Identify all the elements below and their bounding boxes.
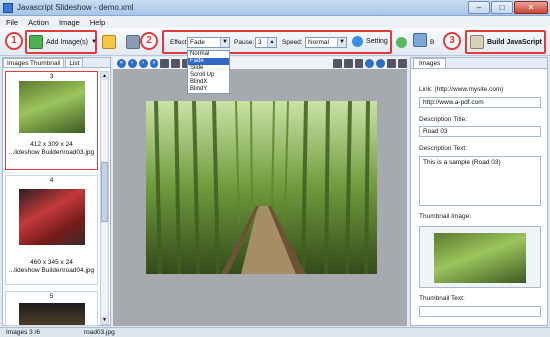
tab-images[interactable]: Images	[413, 58, 447, 68]
scroll-up-icon[interactable]: ▲	[101, 72, 108, 80]
crop-icon[interactable]	[354, 58, 364, 68]
setting-button[interactable]: Setting	[352, 36, 388, 47]
description-text-label: Description Text:	[419, 145, 467, 152]
effect-dropdown-list: Normal Fade Slide Scroll Up BlindX Blind…	[187, 50, 230, 94]
menu-help[interactable]: Help	[90, 18, 105, 27]
previous-icon[interactable]: ‹	[127, 58, 137, 68]
arrow-icon[interactable]	[171, 58, 181, 68]
thumbnail-text-label: Thumbnail Text:	[419, 295, 465, 302]
thumbnail-image	[18, 189, 85, 245]
scroll-down-icon[interactable]: ▼	[101, 316, 108, 324]
thumbnail-preview	[434, 233, 526, 283]
title-bar: Javascript Slideshow - demo.xml – □ ✕	[0, 0, 550, 16]
menu-file[interactable]: File	[6, 18, 18, 27]
pause-stepper[interactable]: 3 ▴	[255, 37, 277, 48]
close-button[interactable]: ✕	[514, 1, 548, 14]
link-label: Link: (http://www.mysite.com)	[419, 86, 504, 93]
save-icon[interactable]	[126, 35, 140, 49]
thumbnail-image	[18, 81, 85, 133]
annotation-2: 2	[140, 32, 158, 50]
thumbnail-item[interactable]: 5	[5, 291, 98, 326]
thumbnail-item[interactable]: 3 412 x 309 x 24 ...lideshow Builder\roa…	[5, 71, 98, 170]
thumbnail-item[interactable]: 4 460 x 345 x 24 ...lideshow Builder\roa…	[5, 175, 98, 285]
add-image-icon	[29, 35, 43, 49]
chevron-down-icon: ▼	[337, 38, 346, 47]
thumbnail-scrollbar[interactable]: ▲ ▼	[100, 71, 109, 325]
preview-image	[146, 101, 377, 274]
annotation-3: 3	[443, 32, 461, 50]
chevron-down-icon: ▼	[91, 39, 97, 45]
thumbnail-text-field[interactable]	[419, 306, 541, 317]
menu-image[interactable]: Image	[59, 18, 80, 27]
tab-list[interactable]: List	[65, 58, 84, 67]
first-icon[interactable]: «	[117, 58, 126, 68]
preview-label: B	[430, 39, 435, 46]
brightness-icon[interactable]	[376, 58, 386, 68]
help-icon[interactable]	[396, 37, 407, 48]
thumbnail-image	[18, 303, 85, 325]
effect-label: Effect:	[170, 39, 189, 46]
image-edit-toolbar: « ‹ › »	[113, 57, 407, 69]
description-title-field[interactable]: Road 03	[419, 126, 541, 137]
chevron-down-icon: ▼	[220, 38, 229, 47]
status-bar: Images 3 /6 road03.jpg	[0, 327, 550, 337]
window-controls: – □ ✕	[468, 1, 548, 14]
effect-option[interactable]: Scroll Up	[188, 72, 229, 79]
scrollbar-thumb[interactable]	[101, 162, 108, 222]
preview-icon[interactable]	[413, 33, 427, 47]
thumbnail-panel: Images Thumbnail List 3 412 x 309 x 24 .…	[2, 57, 111, 326]
fit-icon[interactable]	[160, 58, 170, 68]
thumbnail-tabs: Images Thumbnail List	[3, 58, 110, 68]
menu-action[interactable]: Action	[28, 18, 49, 27]
minimize-button[interactable]: –	[468, 1, 490, 14]
main-toolbar: 1 Add Image(s) ▼ 2 Effect: Fade ▼ Pause:…	[0, 28, 550, 56]
image-properties-panel: Images Link: (http://www.mysite.com) htt…	[410, 57, 548, 326]
build-icon	[470, 35, 484, 49]
sharpen-icon[interactable]	[398, 58, 407, 68]
open-folder-icon[interactable]	[102, 35, 116, 49]
flip-icon[interactable]	[332, 58, 342, 68]
link-field[interactable]: http://www.a-pdf.com	[419, 97, 541, 108]
gear-icon	[352, 36, 363, 47]
build-javascript-button[interactable]: Build JavaScript	[470, 35, 542, 49]
effect-option[interactable]: BlindY	[188, 86, 229, 93]
description-title-label: Description Title:	[419, 116, 468, 123]
image-count: Images 3 /6	[6, 329, 40, 336]
contrast-icon[interactable]	[365, 58, 375, 68]
effect-select[interactable]: Fade ▼	[187, 37, 230, 48]
pause-label: Pause:	[234, 39, 255, 46]
thumbnail-image-label: Thumbnail Image:	[419, 213, 472, 220]
speed-label: Speed:	[282, 39, 303, 46]
app-icon	[3, 3, 13, 13]
maximize-button[interactable]: □	[491, 1, 513, 14]
last-icon[interactable]: »	[149, 58, 159, 68]
effect-option[interactable]: Fade	[188, 58, 229, 65]
description-text-field[interactable]: This is a sample (Road 03)	[419, 156, 541, 206]
effect-option[interactable]: Normal	[188, 51, 229, 58]
menu-bar: File Action Image Help	[0, 16, 550, 28]
effect-option[interactable]: BlindX	[188, 79, 229, 86]
window-title: Javascript Slideshow - demo.xml	[17, 3, 134, 12]
rotate-icon[interactable]	[343, 58, 353, 68]
filter-icon[interactable]	[387, 58, 397, 68]
tab-images-thumbnail[interactable]: Images Thumbnail	[3, 58, 65, 67]
add-images-button[interactable]: Add Image(s) ▼	[29, 35, 97, 49]
annotation-1: 1	[5, 32, 23, 50]
current-file: road03.jpg	[84, 329, 115, 336]
spinner-icon: ▴	[267, 38, 276, 47]
effect-option[interactable]: Slide	[188, 65, 229, 72]
next-icon[interactable]: ›	[138, 58, 148, 68]
image-canvas	[113, 69, 407, 326]
thumbnail-image-box[interactable]	[419, 226, 541, 288]
speed-select[interactable]: Normal ▼	[305, 37, 347, 48]
